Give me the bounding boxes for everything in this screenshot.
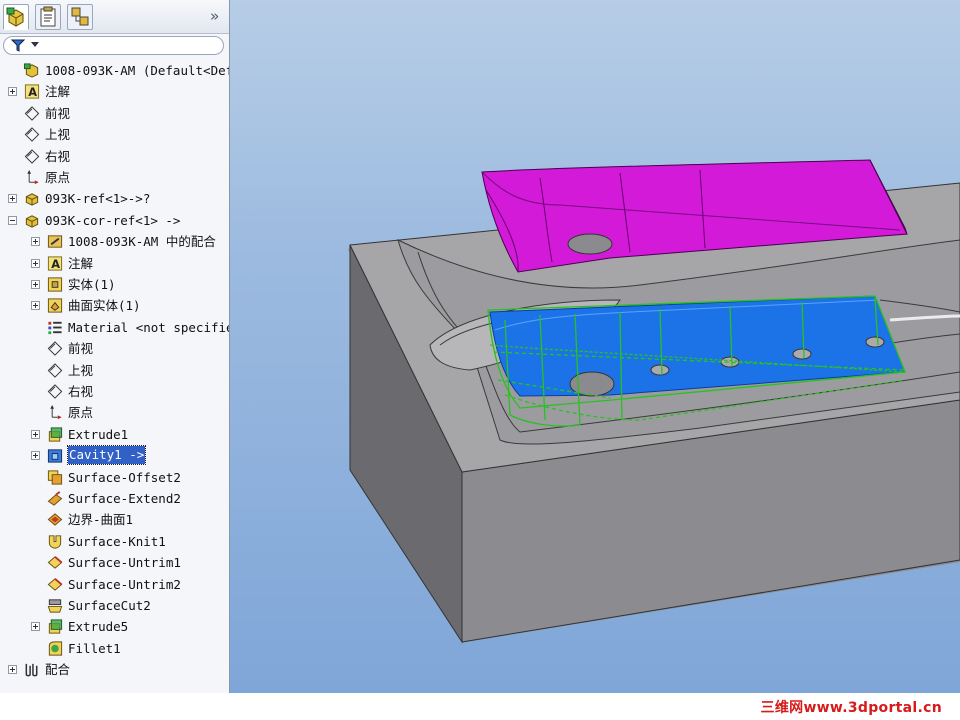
surface-bodies-icon <box>47 298 63 313</box>
tree-item-label: 前视 <box>68 341 94 357</box>
svg-text:A: A <box>28 86 37 100</box>
origin-icon <box>50 405 62 420</box>
tree-item-label: 注解 <box>45 84 71 100</box>
tree-item-label: 093K-cor-ref<1> -> <box>45 212 181 228</box>
tree-item-label: 上视 <box>45 127 71 143</box>
surface-untrim-icon <box>47 577 63 591</box>
tree-item-label: 配合 <box>45 662 71 678</box>
plane-icon <box>24 148 40 164</box>
tree-item-label: Extrude1 <box>68 426 129 442</box>
surface-offset-icon <box>47 470 63 485</box>
tree-item-label: 注解 <box>68 255 94 271</box>
mates-icon <box>25 664 38 677</box>
surface-extend-icon <box>47 491 63 506</box>
tab-configuration-manager[interactable] <box>67 4 93 30</box>
tree-item-label: 曲面实体(1) <box>68 298 141 314</box>
extrude-icon <box>48 427 63 442</box>
feature-manager-panel: » 1008-093K-AM (Default<Defau A 注解 前视 上视 右视 原点… <box>0 0 230 693</box>
footer-bar: 三维网www.3dportal.cn <box>0 693 960 720</box>
graphics-area[interactable] <box>230 0 960 693</box>
filter-field[interactable] <box>3 36 224 55</box>
surface-cut-icon <box>47 599 63 613</box>
fillet-icon <box>48 641 63 656</box>
tree-item-label: 右视 <box>68 384 94 399</box>
mates-in-assembly-icon <box>47 235 63 248</box>
annotations-icon: A <box>24 84 40 100</box>
feature-tree: 1008-093K-AM (Default<Defau A 注解 前视 上视 右视 原点 09… <box>0 60 229 690</box>
expand-toggle[interactable] <box>8 87 17 97</box>
assembly-icon <box>23 63 39 78</box>
plane-icon <box>47 362 63 378</box>
tree-item-label: 1008-093K-AM (Default<Defau <box>45 63 230 78</box>
tree-item-label: 093K-ref<1>->? <box>45 191 151 207</box>
expand-toggle[interactable] <box>31 451 40 461</box>
cavity-icon <box>47 449 63 463</box>
site-watermark: 三维网www.3dportal.cn <box>760 700 942 716</box>
feature-manager-icon <box>6 7 24 27</box>
manager-tabs: » <box>0 0 229 34</box>
tree-item-label: 右视 <box>45 148 71 164</box>
tree-item-label: Extrude5 <box>68 619 129 635</box>
plane-icon <box>47 341 63 356</box>
tree-item-label: Cavity1 -> <box>66 445 147 466</box>
tree-item-label: 1008-093K-AM 中的配合 <box>68 234 216 250</box>
expand-toggle[interactable] <box>31 622 40 632</box>
surface-untrim-icon <box>47 556 63 569</box>
extrude-icon <box>48 619 63 634</box>
tree-item-label: 前视 <box>45 105 71 121</box>
svg-text:A: A <box>51 257 60 271</box>
expand-toggle[interactable] <box>31 237 40 247</box>
tree-item-label: Surface-Extend2 <box>68 491 181 506</box>
material-icon <box>48 321 62 334</box>
expand-toggle[interactable] <box>8 665 17 675</box>
expand-toggle[interactable] <box>31 301 40 311</box>
surface-knit-icon <box>48 535 62 549</box>
chevron-down-icon[interactable] <box>31 42 39 47</box>
tree-item-label: 边界-曲面1 <box>68 512 134 528</box>
part-icon <box>25 215 39 228</box>
tab-feature-manager[interactable] <box>3 4 29 30</box>
tree-item-label: 实体(1) <box>68 277 116 292</box>
plane-icon <box>47 384 63 399</box>
expand-toggle[interactable] <box>31 280 40 289</box>
origin-icon <box>27 169 39 185</box>
expand-toggle[interactable] <box>31 429 40 439</box>
tree-item-label: Surface-Untrim1 <box>68 555 181 571</box>
tree-item-label: SurfaceCut2 <box>68 598 151 613</box>
filter-icon[interactable] <box>11 39 25 52</box>
tree-item-label: Material <not specifie <box>68 319 230 335</box>
tree-item-label: Fillet1 <box>68 640 121 656</box>
annotations-icon: A <box>47 256 63 271</box>
boundary-surface-icon <box>47 513 63 527</box>
expand-toggle[interactable] <box>8 194 17 204</box>
plane-icon <box>24 106 40 121</box>
configuration-manager-icon <box>71 7 89 26</box>
model-view <box>348 159 960 644</box>
solid-bodies-icon <box>47 277 63 292</box>
expand-panel-button[interactable]: » <box>210 7 219 25</box>
tree-item-label: 原点 <box>68 405 94 421</box>
tree-item-label: Surface-Offset2 <box>68 469 181 485</box>
collapse-toggle[interactable] <box>8 215 17 225</box>
tree-item-label: 上视 <box>68 362 94 378</box>
plane-icon <box>24 127 40 142</box>
property-manager-icon <box>40 6 56 27</box>
tab-property-manager[interactable] <box>35 4 61 30</box>
tree-item-label: 原点 <box>45 170 71 185</box>
part-icon <box>25 193 39 207</box>
tree-item-label: Surface-Knit1 <box>68 533 166 549</box>
tree-item-label: Surface-Untrim2 <box>68 576 181 592</box>
expand-toggle[interactable] <box>31 258 40 268</box>
